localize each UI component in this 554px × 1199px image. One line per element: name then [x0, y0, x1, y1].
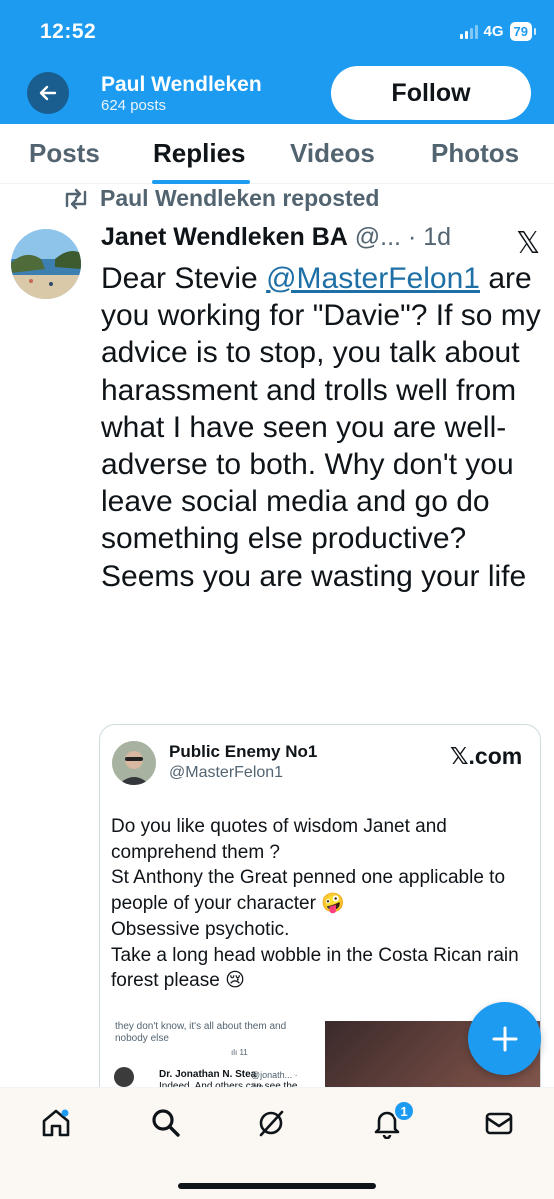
plus-icon: [492, 1026, 517, 1051]
snippet-line: nobody else: [115, 1033, 169, 1044]
notification-badge: 1: [393, 1100, 415, 1122]
nav-messages[interactable]: [482, 1106, 516, 1140]
tweet-author[interactable]: Janet Wendleken BA: [101, 223, 348, 251]
network-label: 4G: [483, 23, 504, 40]
profile-header: 12:52 4G 79 Paul Wendleken 624 posts Fol…: [0, 0, 554, 124]
back-button[interactable]: [27, 72, 69, 114]
beach-photo: [11, 229, 81, 299]
quoted-line: Obsessive psychotic.: [111, 918, 290, 940]
snippet-avatar: [114, 1067, 134, 1087]
quoted-text: Do you like quotes of wisdom Janet and c…: [111, 814, 531, 994]
snippet-name: Dr. Jonathan N. Stea: [159, 1069, 257, 1080]
home-indicator: [178, 1183, 376, 1189]
nav-home[interactable]: [39, 1106, 73, 1140]
quoted-line: Take a long head wobble in the Costa Ric…: [111, 944, 519, 992]
repost-indicator: Paul Wendleken reposted: [62, 185, 379, 212]
x-com-logo: 𝕏.com: [450, 743, 523, 769]
x-logo-icon: 𝕏: [516, 227, 541, 260]
home-icon: [42, 1109, 70, 1137]
profile-post-count: 624 posts: [101, 97, 167, 114]
tweet-header: Janet Wendleken BA @... · 1d: [101, 223, 451, 252]
tab-replies[interactable]: Replies: [153, 138, 246, 169]
avatar[interactable]: [11, 229, 81, 299]
quoted-line: Do you like quotes of wisdom Janet and c…: [111, 816, 447, 863]
battery-icon: 79: [509, 22, 537, 41]
compose-button[interactable]: [468, 1002, 541, 1075]
status-indicators: 4G 79: [459, 22, 537, 41]
tab-posts[interactable]: Posts: [29, 138, 100, 169]
tweet-text: Dear Stevie @MasterFelon1 are you workin…: [101, 260, 541, 595]
signal-icon: [459, 24, 478, 39]
search-icon: [152, 1109, 180, 1137]
quoted-handle: @MasterFelon1: [169, 764, 284, 781]
tweet-greeting: Dear Stevie: [101, 262, 258, 295]
tab-videos[interactable]: Videos: [290, 138, 375, 169]
tab-photos[interactable]: Photos: [431, 138, 519, 169]
quoted-author: Public Enemy No1: [169, 742, 318, 761]
tweet-mention[interactable]: @MasterFelon1: [266, 262, 480, 295]
profile-name: Paul Wendleken: [101, 73, 262, 96]
repost-label: Paul Wendleken reposted: [100, 185, 380, 211]
arrow-left-icon: [39, 85, 57, 101]
nav-search[interactable]: [149, 1106, 183, 1140]
nav-grok[interactable]: [254, 1106, 288, 1140]
snippet-line: they don't know, it's all about them and: [115, 1021, 287, 1032]
repost-icon: [65, 188, 87, 209]
messages-icon: [485, 1112, 513, 1135]
quoted-line: St Anthony the Great penned one applicab…: [111, 867, 506, 915]
quoted-avatar: [112, 741, 156, 785]
snippet-stat: ılı 11: [231, 1048, 248, 1057]
active-tab-indicator: [152, 180, 250, 184]
tweet-body: are you working for "Davie"? If so my ad…: [101, 262, 541, 593]
profile-tabs: Posts Replies Videos Photos: [0, 124, 554, 184]
status-time: 12:52: [40, 20, 97, 43]
tweet-handle[interactable]: @...: [355, 223, 401, 251]
quoted-post-card[interactable]: Public Enemy No1 @MasterFelon1 𝕏.com Do …: [99, 724, 541, 1124]
follow-button[interactable]: Follow: [331, 66, 531, 120]
grok-icon: [259, 1110, 284, 1137]
tweet-time: · 1d: [407, 223, 452, 251]
